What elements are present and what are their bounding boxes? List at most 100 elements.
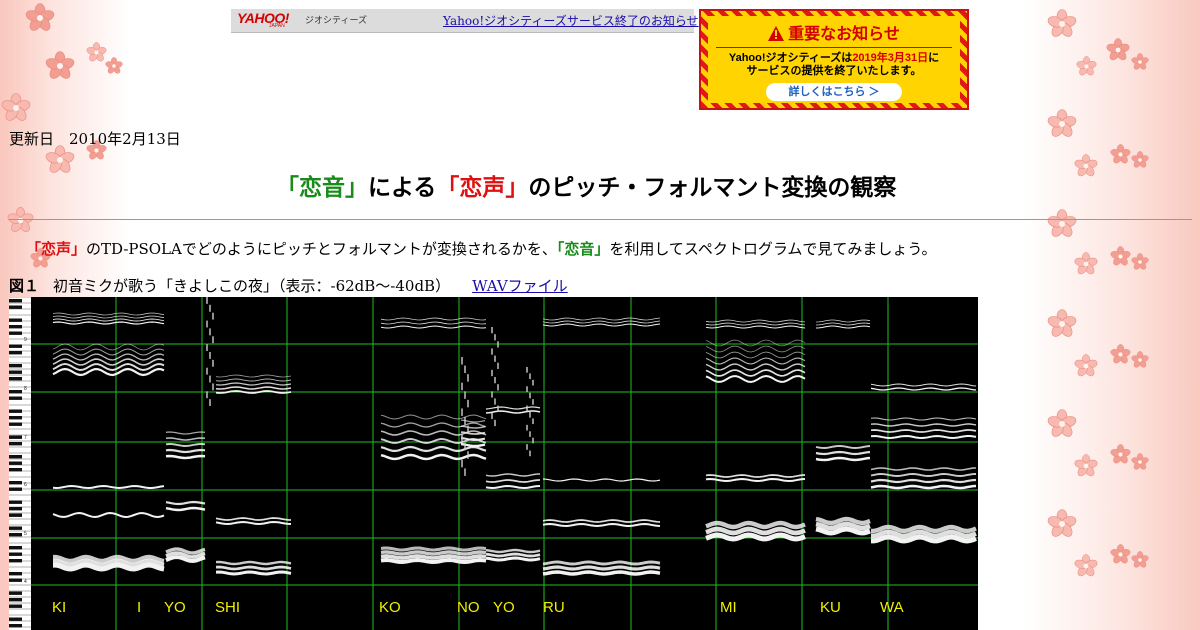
harmonic-band xyxy=(815,322,871,326)
harmonic-band xyxy=(870,478,977,484)
noise-burst xyxy=(212,359,214,367)
noise-burst xyxy=(209,328,211,336)
harmonic-band xyxy=(815,456,871,462)
syllable-label: RU xyxy=(543,599,565,616)
harmonic-band xyxy=(380,317,487,321)
harmonic-band xyxy=(815,325,871,329)
harmonic-band xyxy=(705,526,806,536)
noise-burst xyxy=(491,391,493,398)
harmonic-band xyxy=(485,556,541,562)
noise-burst xyxy=(461,408,463,416)
harmonic-band xyxy=(215,386,292,390)
harmonic-band xyxy=(815,319,871,323)
noise-burst xyxy=(532,418,534,425)
harmonic-band xyxy=(52,358,165,366)
harmonic-band xyxy=(705,339,806,347)
noise-burst xyxy=(532,399,534,405)
harmonic-band xyxy=(52,343,165,351)
noise-burst xyxy=(461,434,463,442)
harmonic-band xyxy=(215,570,292,576)
notice-body-suffix: に xyxy=(928,52,940,64)
harmonic-band xyxy=(870,383,977,387)
harmonic-band xyxy=(485,473,541,477)
noise-burst xyxy=(497,405,499,412)
noise-burst xyxy=(497,362,499,369)
harmonic-band xyxy=(705,474,806,478)
noise-burst xyxy=(464,365,466,374)
noise-burst xyxy=(467,374,469,382)
harmonic-band xyxy=(542,320,661,324)
harmonic-band xyxy=(460,425,486,429)
octave-label: 9 xyxy=(24,337,27,343)
noise-burst xyxy=(526,367,528,373)
noise-burst xyxy=(526,405,528,412)
noise-burst xyxy=(206,344,208,352)
noise-burst xyxy=(206,297,208,304)
harmonic-band xyxy=(380,557,487,565)
syllable-label: YO xyxy=(164,599,186,616)
title-koigoe: 恋声 xyxy=(459,175,506,201)
notice-title-text: 重要なお知らせ xyxy=(788,26,900,43)
syllable-label: WA xyxy=(880,599,904,616)
octave-label: 8 xyxy=(24,386,27,392)
harmonic-band xyxy=(705,325,806,329)
intro-part1: のTD-PSOLAでどのようにピッチとフォルマントが変換されるかを、 xyxy=(86,240,557,258)
noise-burst xyxy=(212,312,214,320)
noise-burst xyxy=(212,336,214,344)
syllable-label: YO xyxy=(493,599,515,616)
harmonic-band xyxy=(542,522,661,528)
title-mid: による xyxy=(368,175,437,201)
harmonic-band xyxy=(485,410,541,414)
noise-burst xyxy=(494,398,496,405)
notice-body: Yahoo!ジオシティーズは2019年3月31日に サービスの提供を終了いたしま… xyxy=(708,52,960,78)
important-notice-banner[interactable]: 重要なお知らせ Yahoo!ジオシティーズは2019年3月31日に サービスの提… xyxy=(699,9,969,110)
harmonic-band xyxy=(52,312,165,316)
harmonic-band xyxy=(542,478,661,482)
harmonic-band xyxy=(705,351,806,359)
noise-burst xyxy=(467,399,469,408)
spectrogram-image: KI I YO SHI KO NO YO RU MI KU WA xyxy=(31,297,978,630)
notice-body-line2: サービスの提供を終了いたします。 xyxy=(746,65,922,77)
noise-burst xyxy=(209,399,211,407)
wav-file-link[interactable]: WAVファイル xyxy=(472,277,568,295)
harmonic-band xyxy=(215,374,292,378)
harmonic-band xyxy=(52,353,165,361)
title-quote-close-1: 」 xyxy=(345,175,368,201)
harmonic-band xyxy=(165,431,206,435)
notice-divider xyxy=(716,47,952,48)
syllable-label: KI xyxy=(52,599,67,616)
title-quote-open-1: 「 xyxy=(276,175,299,201)
noise-burst xyxy=(529,450,531,457)
harmonic-band xyxy=(485,548,541,554)
piano-keyboard: 9 8 7 6 5 4 xyxy=(9,297,32,630)
harmonic-band xyxy=(380,321,487,325)
harmonic-band xyxy=(542,317,661,321)
harmonic-band xyxy=(705,363,806,371)
title-quote-close-2: 」 xyxy=(505,175,529,201)
harmonic-band xyxy=(705,477,806,483)
intro-koigoe: 「恋声」 xyxy=(26,240,87,258)
noise-burst xyxy=(494,377,496,384)
notice-details-button[interactable]: 詳しくはこちら ＞ xyxy=(766,83,902,101)
notice-title: 重要なお知らせ xyxy=(708,20,960,44)
noise-burst xyxy=(209,375,211,383)
harmonic-band xyxy=(165,448,206,454)
harmonic-band xyxy=(52,484,165,490)
notice-body-prefix: Yahoo!ジオシティーズは xyxy=(728,52,853,64)
harmonic-band xyxy=(870,417,977,421)
harmonic-band xyxy=(52,348,165,356)
harmonic-band xyxy=(705,322,806,326)
harmonic-band xyxy=(380,445,487,453)
harmonic-band xyxy=(542,565,661,571)
harmonic-band xyxy=(380,325,487,329)
harmonic-band xyxy=(485,484,541,490)
harmonic-band xyxy=(380,546,487,552)
yahoo-logo-sub: JAPAN xyxy=(269,23,285,29)
harmonic-band xyxy=(870,434,977,440)
noise-burst xyxy=(494,419,496,427)
harmonic-band xyxy=(705,357,806,365)
harmonic-band xyxy=(165,506,206,512)
harmonic-band xyxy=(870,387,977,391)
service-end-link[interactable]: Yahoo!ジオシティーズサービス終了のお知らせ xyxy=(443,12,699,29)
noise-burst xyxy=(491,369,493,377)
